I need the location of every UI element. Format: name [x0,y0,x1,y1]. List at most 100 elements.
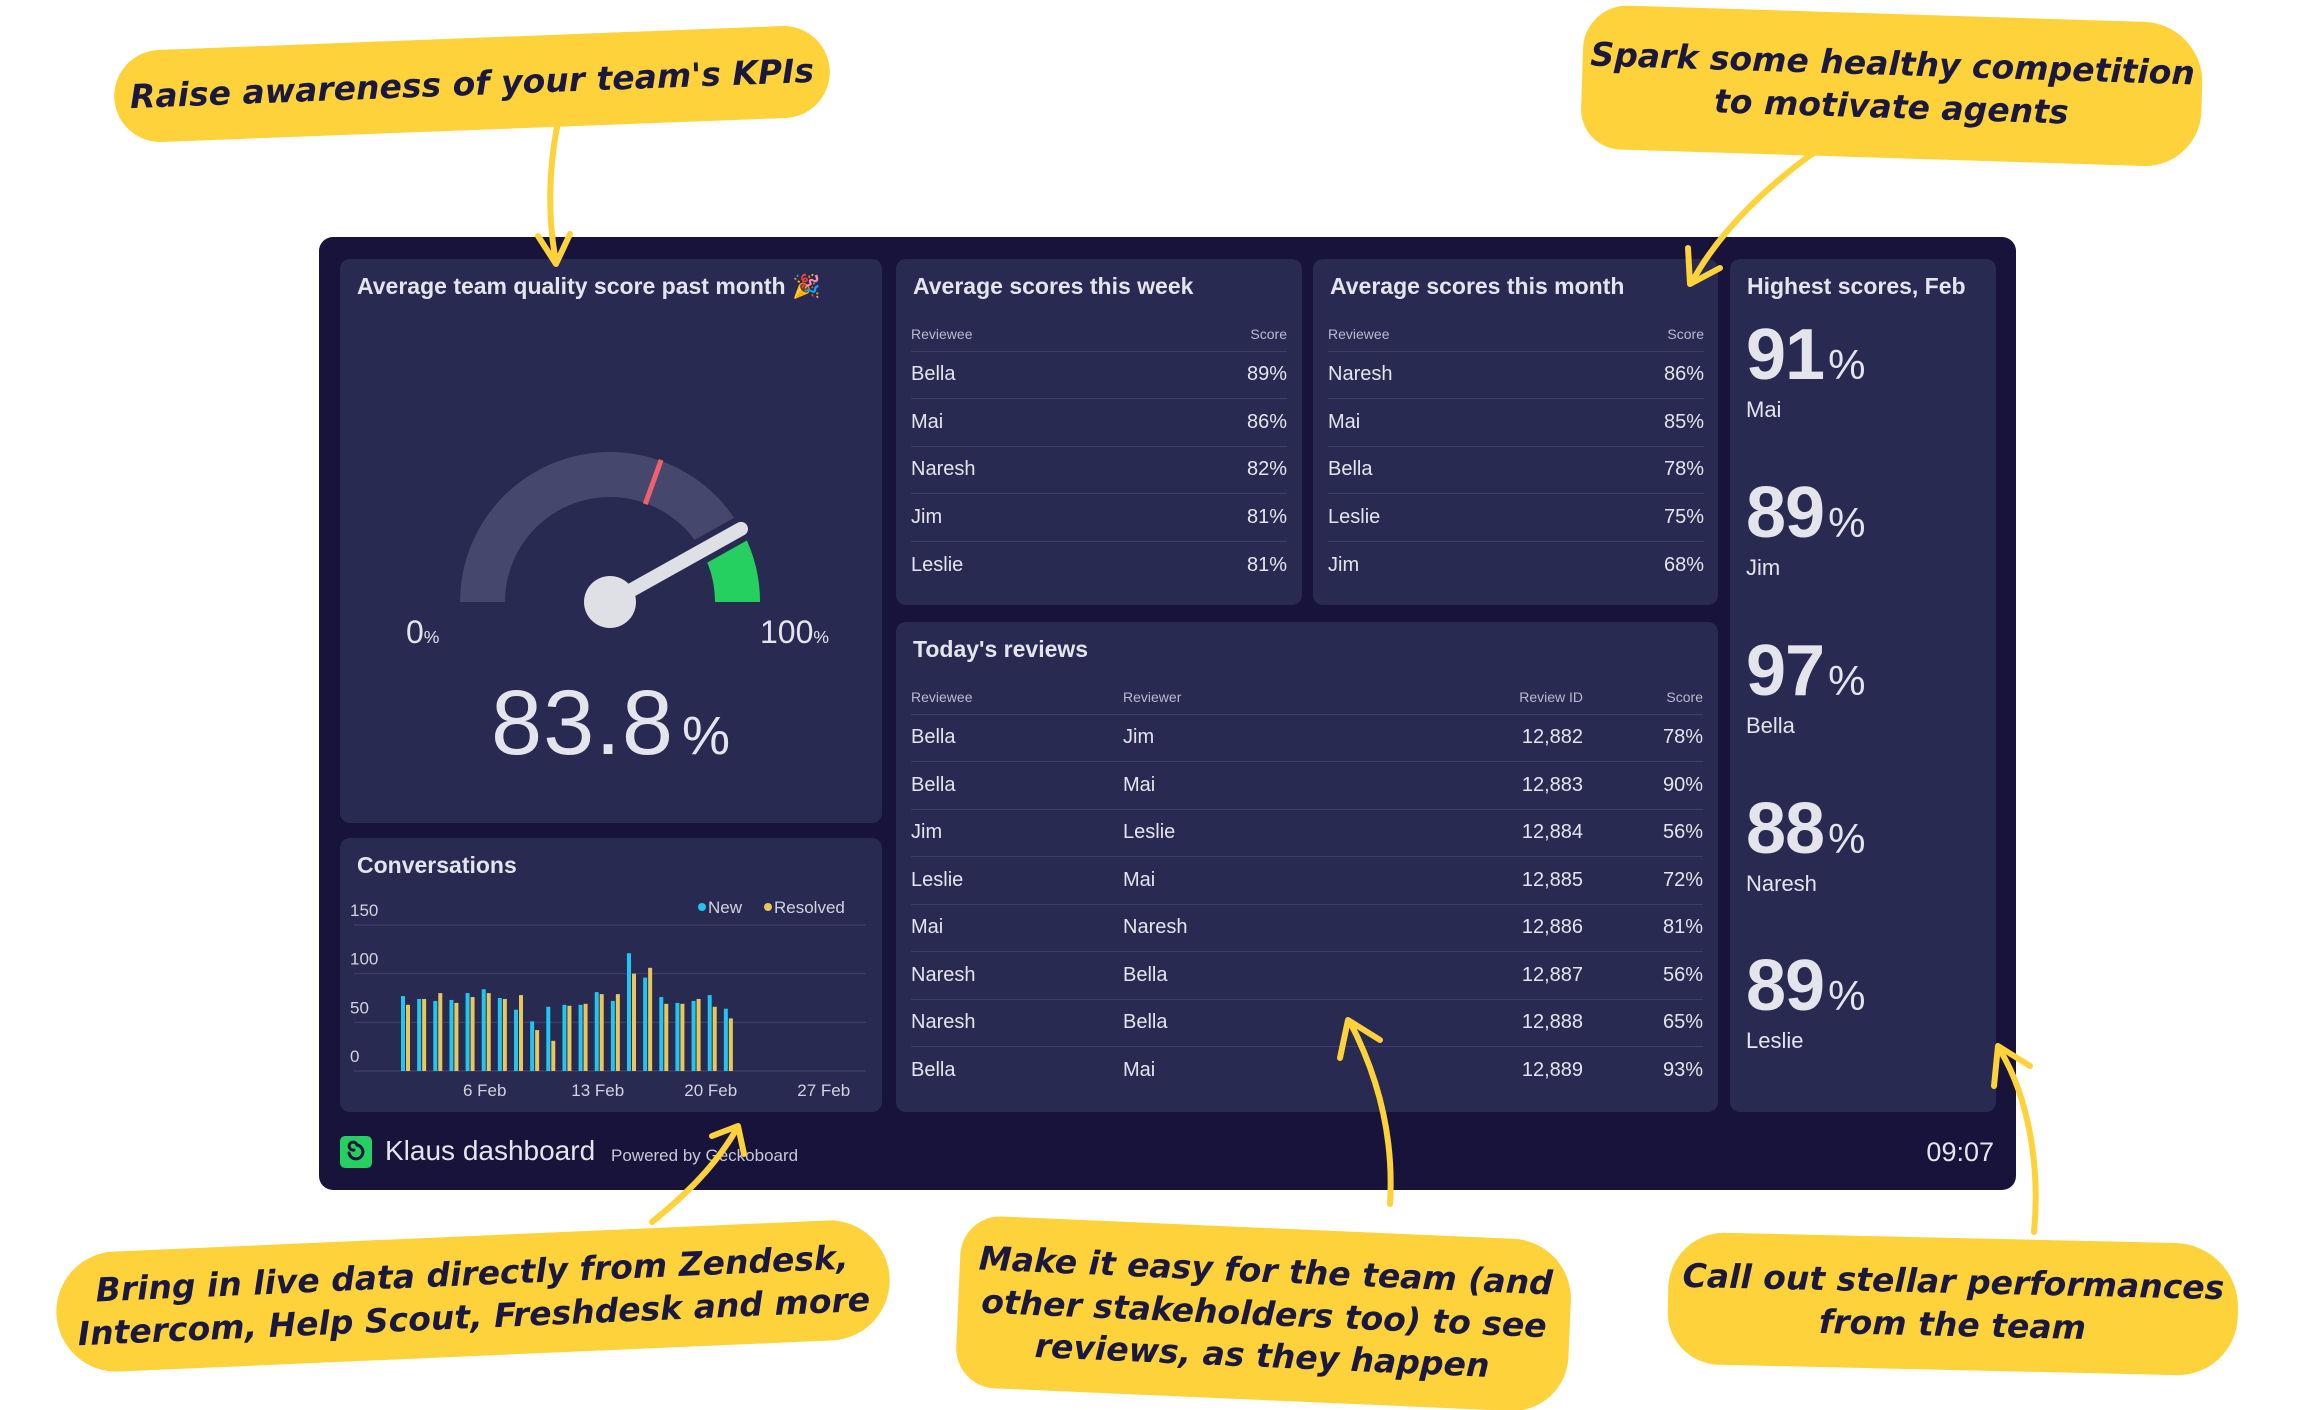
table-cell: Mai [1123,1059,1156,1081]
table-cell: Naresh [1123,904,1383,952]
table-cell: Mai [911,398,1143,447]
table-cell: 56% [1583,951,1703,1000]
bar-resolved [696,998,701,1071]
table-cell: 81% [1142,493,1287,542]
table-row: Naresh Bella 12,888 65% [911,999,1703,1047]
table-cell: Leslie [911,553,964,576]
table-cell: 12,885 [1383,856,1583,905]
bar-new [691,1000,696,1071]
bar-resolved [486,993,491,1071]
y-tick-label: 100 [350,950,378,969]
table-cell: 78% [1583,714,1703,762]
month-title: Average scores this month [1330,273,1625,299]
table-row: Jim Leslie 12,884 56% [911,809,1703,857]
callout-raise-awareness: Raise awareness of your team's KPIs [112,24,832,144]
table-cell: Jim [911,809,1123,857]
x-tick-label: 13 Feb [571,1081,624,1100]
y-tick-label: 0 [350,1047,359,1066]
table-row: Mai 85% [1328,398,1704,447]
bar-new [627,953,631,1071]
bar-resolved [664,1003,669,1071]
table-row: Naresh 86% [1328,351,1704,399]
bar-new [675,1002,680,1071]
table-cell: 90% [1583,761,1703,810]
x-tick-label: 6 Feb [463,1081,506,1100]
table-cell: 56% [1583,809,1703,857]
gauge-max-label: 100% [760,614,829,651]
highest-score-value: 97% [1746,635,1865,707]
bar-resolved [583,1003,588,1071]
column-header-score: Score [1559,317,1704,352]
highest-score-number: 89 [1746,946,1825,1026]
x-tick-label: 27 Feb [797,1081,850,1100]
week-title: Average scores this week [913,273,1194,299]
highest-score-item: 89% Jim [1746,477,1865,581]
table-cell: 82% [1142,446,1287,494]
bar-resolved [615,994,620,1071]
highest-score-unit: % [1828,972,1865,1019]
gauge-value-number: 83.8 [490,672,675,774]
legend-dot-new [698,903,706,911]
highest-score-number: 88 [1746,789,1825,869]
table-cell: Mai [1123,856,1383,905]
table-row: Mai 86% [911,398,1287,447]
table-cell: 72% [1583,856,1703,905]
table-cell: Bella [911,1059,956,1081]
bar-resolved [438,993,443,1071]
todays-reviews-table: Reviewee Reviewer Review ID Score Bella J… [911,680,1703,1094]
callout-healthy-competition: Spark some healthy competition to motiva… [1579,4,2205,168]
gauge-min-label: 0% [406,614,439,651]
highest-score-unit: % [1828,341,1865,388]
table-cell: Naresh [1328,351,1560,399]
gauge-value-unit: % [682,706,732,766]
highest-score-value: 89% [1746,950,1865,1022]
bar-resolved [632,973,636,1071]
callout-line: Raise awareness of your team's KPIs [129,50,815,116]
gauge-max-unit: % [813,627,830,647]
legend-label-new: New [708,898,743,917]
bar-new [546,1006,551,1071]
table-row: Leslie 81% [911,541,1287,589]
bar-resolved [535,1030,540,1071]
column-header-score: Score [1583,680,1703,715]
bar-new [659,997,664,1071]
highest-score-unit: % [1828,657,1865,704]
table-cell: Leslie [1123,809,1383,857]
quality-score-gauge-card: Average team quality score past month 🎉 … [340,259,882,823]
y-tick-label: 50 [350,998,369,1017]
column-header-reviewer: Reviewer [1123,680,1383,715]
table-cell: 12,888 [1383,999,1583,1047]
gauge-min-value: 0 [406,614,424,650]
table-cell: Bella [1328,446,1560,494]
highest-score-item: 89% Leslie [1746,950,1865,1054]
callout-live-data: Bring in live data directly from Zendesk… [53,1217,893,1375]
table-cell: Mai [911,904,1123,952]
bar-new [433,1000,438,1071]
highest-score-number: 91 [1746,315,1825,395]
bar-resolved [470,997,475,1071]
table-cell: Bella [1123,951,1383,1000]
bar-new [417,998,422,1071]
table-row: Naresh 82% [911,446,1287,494]
table-cell: 12,889 [1521,1059,1583,1081]
callout-see-reviews: Make it easy for the team (and other sta… [954,1214,1574,1410]
table-cell: Mai [1328,398,1560,447]
table-cell: 12,886 [1383,904,1583,952]
column-header-reviewee: Reviewee [1328,317,1560,352]
highest-score-name: Naresh [1746,871,1817,896]
table-row: Bella Jim 12,882 78% [911,714,1703,762]
highest-score-name: Bella [1746,713,1795,738]
column-header-reviewee: Reviewee [911,317,1143,352]
bar-resolved [502,998,507,1071]
bar-new [449,999,454,1071]
bar-resolved [680,1003,685,1071]
conversations-card: Conversations 0 50 100 150 6 Feb 13 Feb 20 Feb… [340,838,882,1112]
table-cell: 86% [1142,398,1287,447]
bar-new [578,1004,583,1071]
todays-reviews-title: Today's reviews [913,636,1089,662]
table-cell: 86% [1559,351,1704,399]
highest-score-unit: % [1828,815,1865,862]
table-cell: 68% [1663,553,1704,576]
average-scores-month-card: Average scores this month Reviewee Score… [1313,259,1718,605]
average-scores-week-card: Average scores this week Reviewee Score … [896,259,1302,605]
